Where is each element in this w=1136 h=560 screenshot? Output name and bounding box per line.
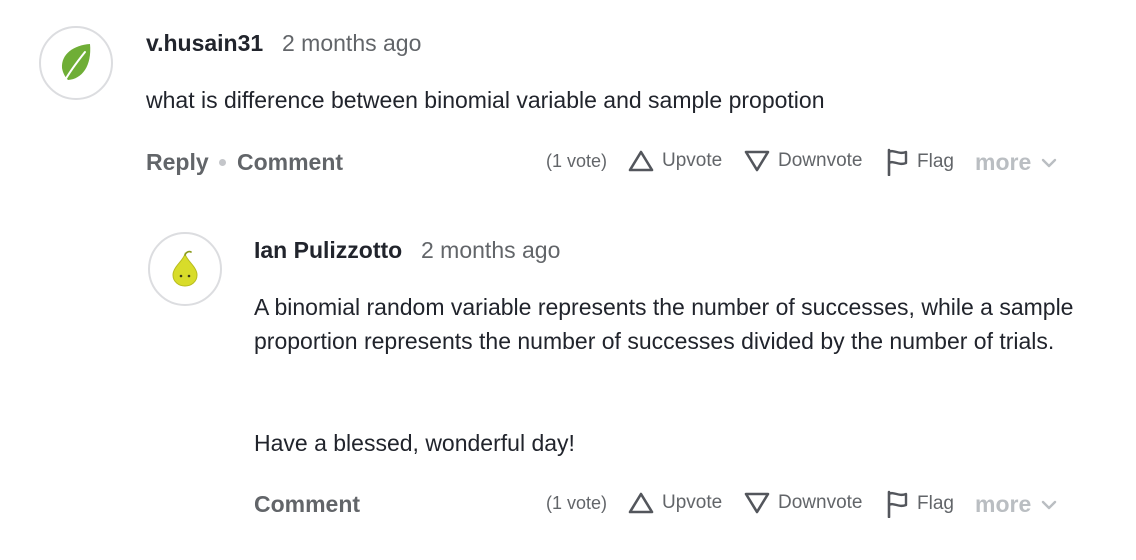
reply-vote-count: (1 vote) <box>546 493 608 513</box>
downvote-triangle-icon <box>744 150 770 172</box>
upvote-triangle-icon <box>628 492 654 514</box>
more-label: more <box>975 149 1032 175</box>
chevron-down-icon <box>1042 158 1057 167</box>
vote-count: (1 vote) <box>546 151 608 171</box>
reply-button[interactable]: Reply <box>146 149 209 176</box>
flag-icon <box>887 490 908 518</box>
upvote-label: Upvote <box>662 150 723 171</box>
comment-author[interactable]: v.husain31 <box>146 30 263 57</box>
reply-paragraph: A binomial random variable represents th… <box>254 294 1074 354</box>
downvote-label: Downvote <box>778 150 863 171</box>
comment-text: what is difference between binomial vari… <box>146 87 825 113</box>
reply-author[interactable]: Ian Pulizzotto <box>254 237 402 264</box>
chevron-down-icon <box>1042 500 1057 509</box>
reply-comment-button[interactable]: Comment <box>254 491 360 518</box>
upvote-button[interactable]: Upvote <box>628 149 722 173</box>
seedling-drop-icon <box>172 250 198 287</box>
leaf-icon <box>61 44 91 83</box>
comment-timestamp: 2 months ago <box>282 30 422 56</box>
reply-timestamp: 2 months ago <box>421 237 561 263</box>
flag-label: Flag <box>917 493 954 514</box>
reply-downvote-button[interactable]: Downvote <box>744 491 863 515</box>
comment-button[interactable]: Comment <box>237 149 343 176</box>
upvote-label: Upvote <box>662 492 723 513</box>
upvote-triangle-icon <box>628 150 654 172</box>
more-menu[interactable]: more <box>975 149 1057 176</box>
avatar[interactable] <box>39 26 113 100</box>
downvote-label: Downvote <box>778 492 863 513</box>
reply-paragraph: Have a blessed, wonderful day! <box>254 430 575 456</box>
reply-flag-button[interactable]: Flag <box>885 490 954 518</box>
separator-dot <box>219 159 226 166</box>
flag-button[interactable]: Flag <box>885 148 954 176</box>
flag-icon <box>887 148 908 176</box>
reply-avatar[interactable] <box>148 232 222 306</box>
reply-more-menu[interactable]: more <box>975 491 1057 518</box>
downvote-button[interactable]: Downvote <box>744 149 863 173</box>
flag-label: Flag <box>917 151 954 172</box>
more-label: more <box>975 491 1032 517</box>
downvote-triangle-icon <box>744 492 770 514</box>
reply-upvote-button[interactable]: Upvote <box>628 491 722 515</box>
